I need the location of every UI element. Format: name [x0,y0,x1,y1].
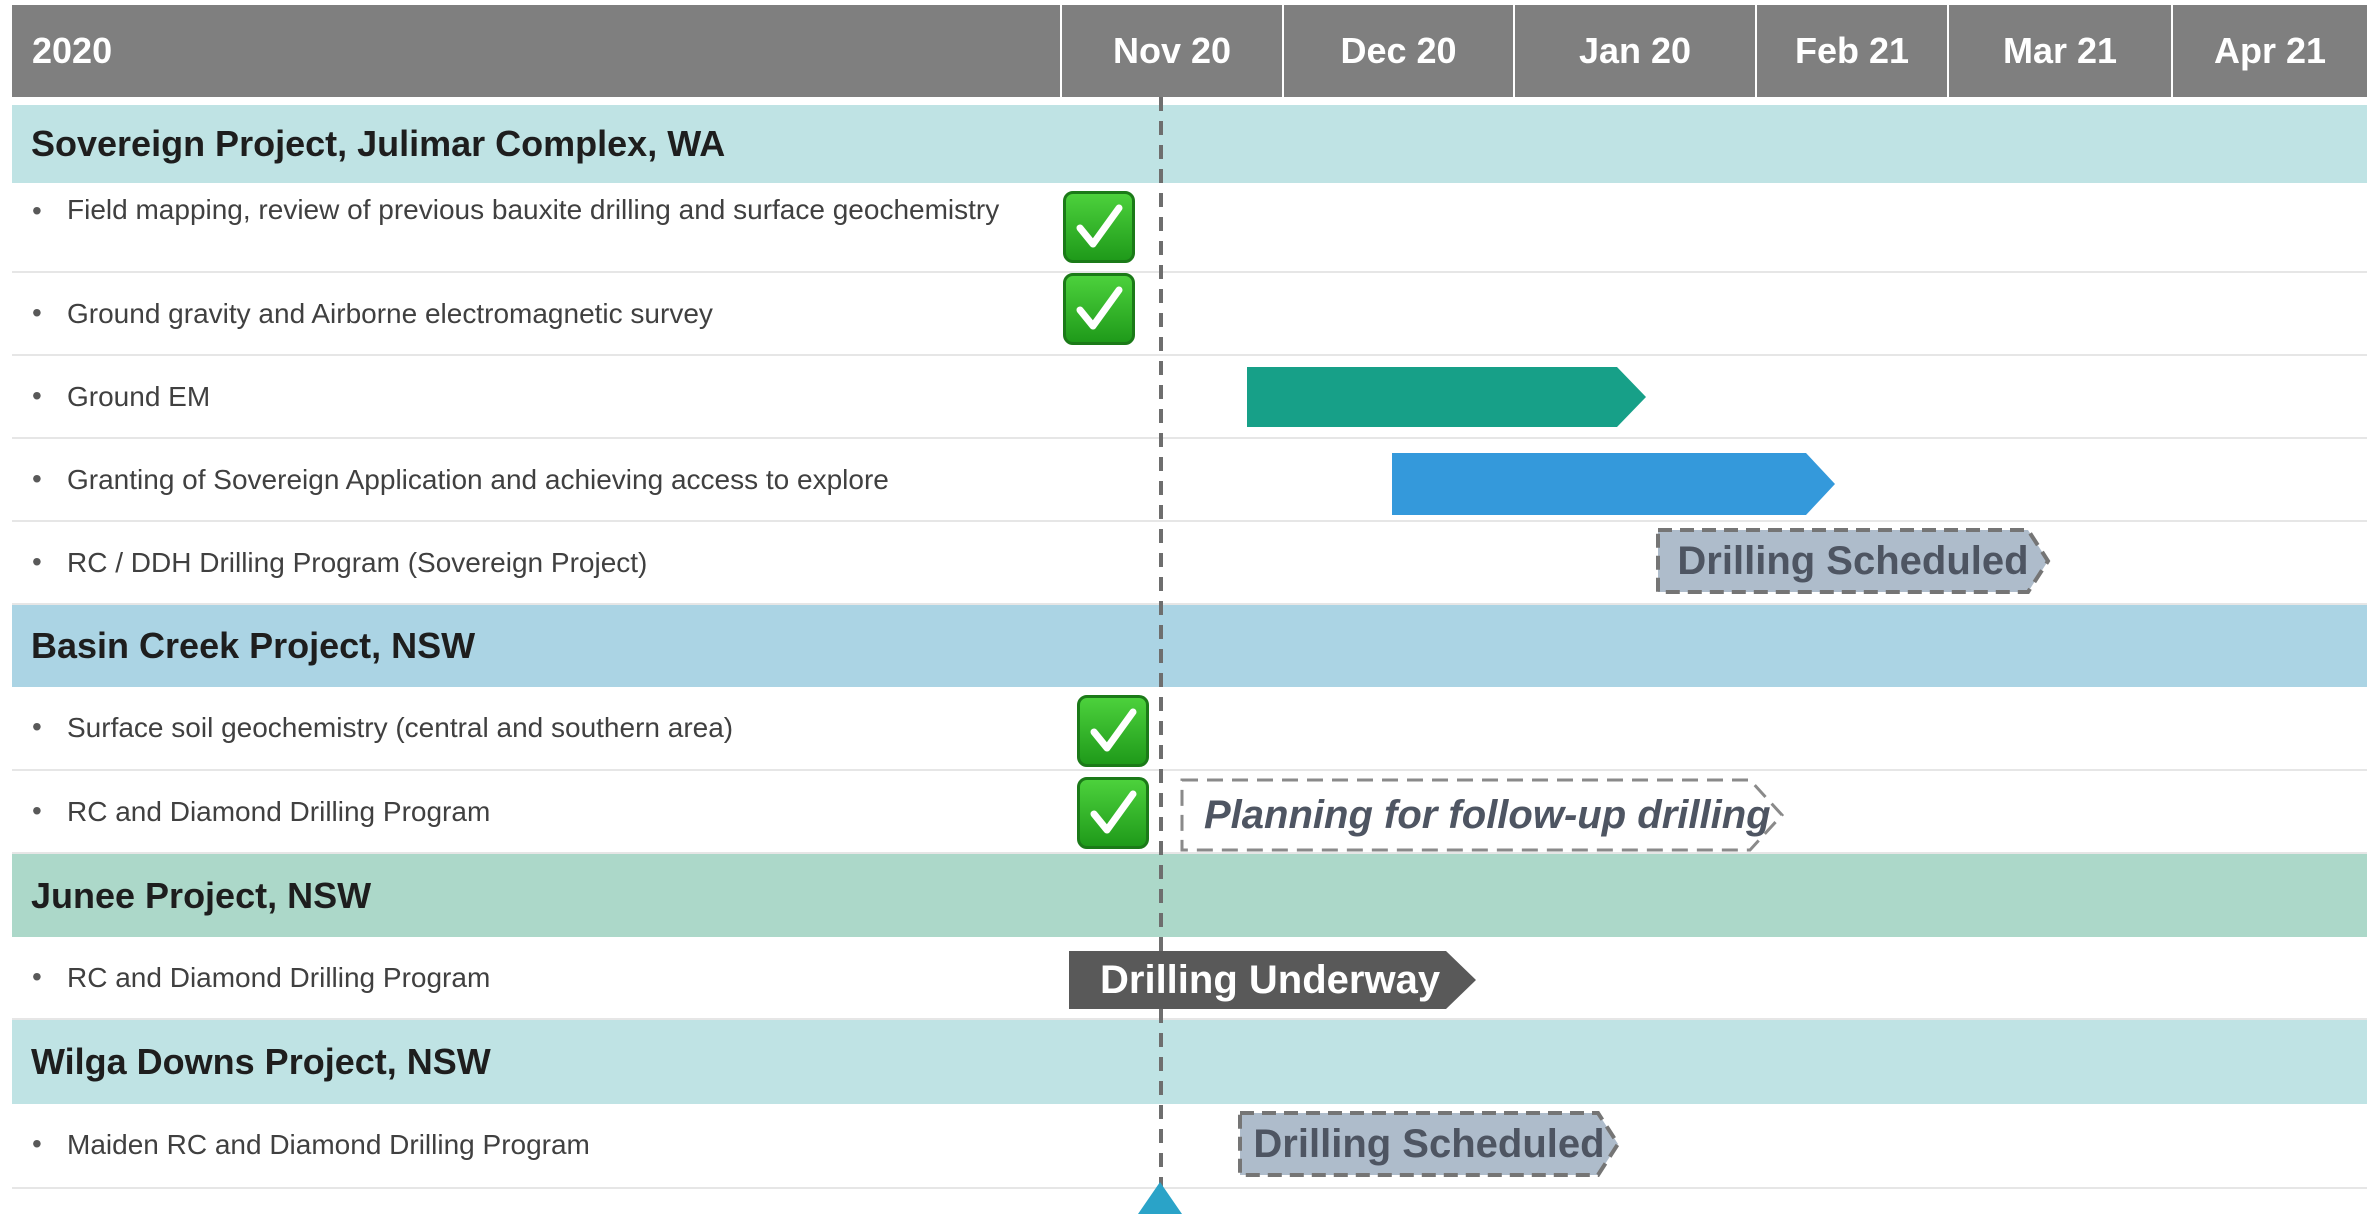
today-marker-icon [1138,1182,1182,1214]
timeline-overlay [1069,97,2051,1214]
ground-em-bar [1247,367,1646,427]
bar-label: Planning for follow-up drilling [1204,792,1771,837]
bar-label: Drilling Underway [1100,957,1441,1002]
granting-bar [1392,453,1835,515]
bar-label: Drilling Scheduled [1253,1121,1605,1166]
bar-label: Drilling Scheduled [1677,538,2029,583]
